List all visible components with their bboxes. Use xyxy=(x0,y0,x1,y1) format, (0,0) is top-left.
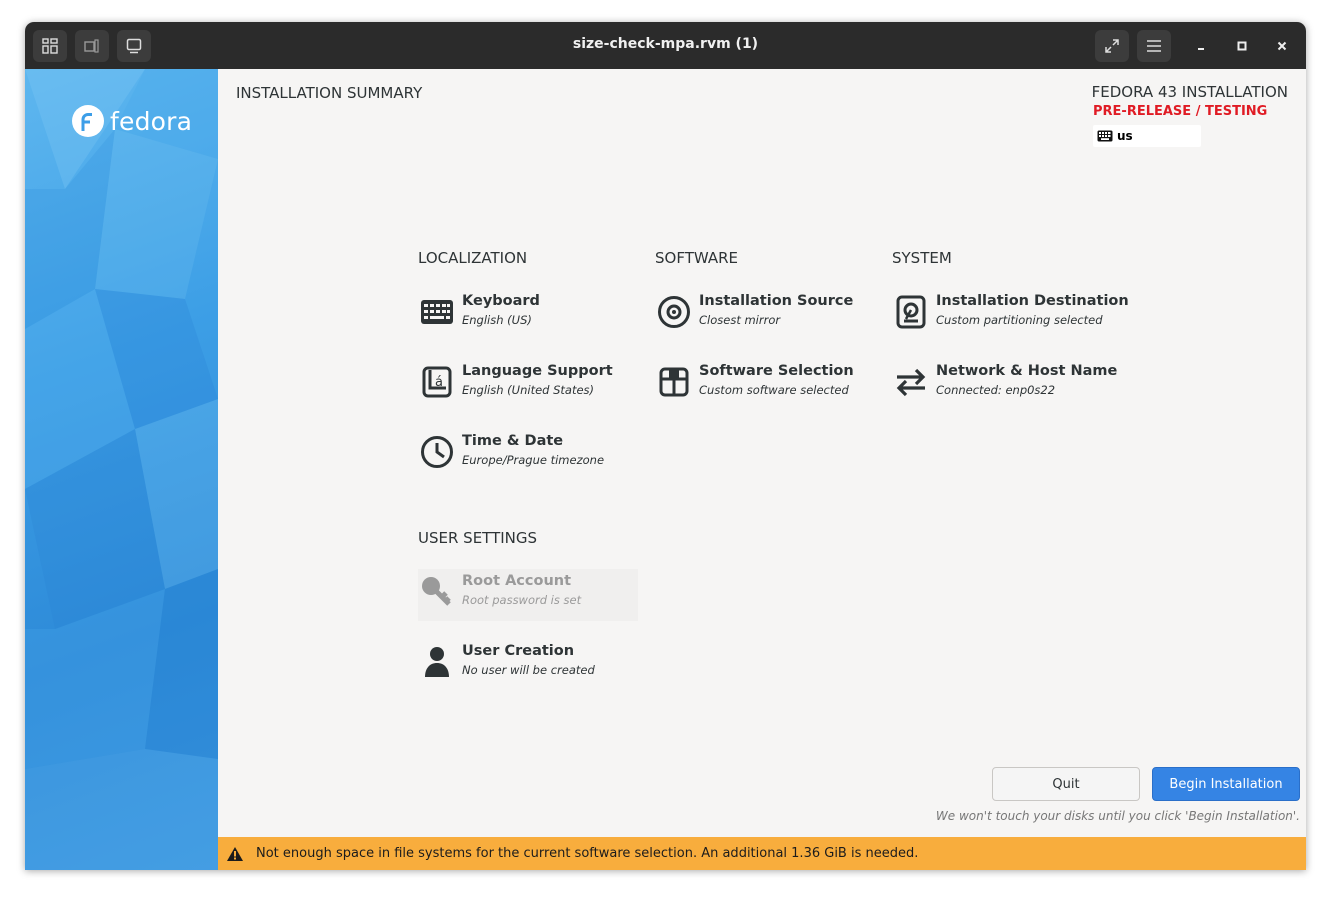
disc-icon xyxy=(655,293,693,331)
close-icon xyxy=(1277,41,1287,51)
spoke-destination-name: Installation Destination xyxy=(936,293,1129,309)
warning-bar[interactable]: Not enough space in file systems for the… xyxy=(218,837,1306,870)
sidebar: fedora xyxy=(25,69,218,870)
package-icon xyxy=(655,363,693,401)
spoke-software-name: Software Selection xyxy=(699,363,854,379)
spoke-network-status: Connected: enp0s22 xyxy=(936,383,1056,397)
spoke-source-status: Closest mirror xyxy=(699,313,781,327)
svg-text:á: á xyxy=(435,375,443,390)
spoke-network-name: Network & Host Name xyxy=(936,363,1118,379)
view-switch-button[interactable] xyxy=(33,30,67,62)
spoke-destination-status: Custom partitioning selected xyxy=(936,313,1103,327)
spoke-network-hostname[interactable]: Network & Host Name Connected: enp0s22 xyxy=(892,359,1117,411)
keyboard-layout-indicator[interactable]: us xyxy=(1093,125,1201,147)
clock-icon xyxy=(418,433,456,471)
spoke-software-selection[interactable]: Software Selection Custom software selec… xyxy=(655,359,875,411)
language-icon: á xyxy=(418,363,456,401)
fedora-logo-text: fedora xyxy=(110,106,193,136)
titlebar: size-check-mpa.rvm (1) xyxy=(25,22,1306,69)
keyboard-icon xyxy=(418,293,456,331)
product-title: FEDORA 43 INSTALLATION xyxy=(1091,83,1288,101)
menu-button[interactable] xyxy=(1137,30,1171,62)
spoke-user-status: No user will be created xyxy=(462,663,595,677)
begin-installation-button[interactable]: Begin Installation xyxy=(1152,767,1300,801)
spoke-root-name: Root Account xyxy=(462,573,572,589)
fullscreen-button[interactable] xyxy=(1095,30,1129,62)
monitor-icon xyxy=(126,38,142,54)
disk-safety-note: We won't touch your disks until you clic… xyxy=(935,809,1300,823)
hamburger-icon xyxy=(1147,40,1161,52)
page-title: INSTALLATION SUMMARY xyxy=(236,84,423,102)
spoke-root-account[interactable]: Root Account Root password is set xyxy=(418,569,638,621)
harddisk-icon xyxy=(892,293,930,331)
spoke-user-name: User Creation xyxy=(462,643,575,659)
category-system: SYSTEM xyxy=(892,249,952,267)
quit-button[interactable]: Quit xyxy=(992,767,1140,801)
spoke-root-status: Root password is set xyxy=(462,593,582,607)
vm-window: size-check-mpa.rvm (1) fedora INSTALLATI… xyxy=(25,22,1306,870)
sidebar-pattern xyxy=(25,69,218,870)
fullscreen-icon xyxy=(1105,39,1119,53)
keyboard-layout-label: us xyxy=(1117,129,1133,143)
display-button[interactable] xyxy=(117,30,151,62)
spoke-source-name: Installation Source xyxy=(699,293,854,309)
fedora-logo: fedora xyxy=(72,105,192,137)
spoke-language-status: English (United States) xyxy=(462,383,595,397)
network-arrows-icon xyxy=(892,363,930,401)
key-icon xyxy=(418,573,456,611)
maximize-icon xyxy=(1237,41,1247,51)
maximize-button[interactable] xyxy=(1226,30,1258,62)
spoke-time-date[interactable]: Time & Date Europe/Prague timezone xyxy=(418,429,638,481)
spoke-user-creation[interactable]: User Creation No user will be created xyxy=(418,639,638,691)
main-panel: INSTALLATION SUMMARY FEDORA 43 INSTALLAT… xyxy=(218,69,1306,870)
keyboard-small-icon xyxy=(1097,130,1113,142)
prerelease-label: PRE-RELEASE / TESTING xyxy=(1093,104,1268,119)
close-button[interactable] xyxy=(1266,30,1298,62)
warning-message: Not enough space in file systems for the… xyxy=(256,846,919,861)
fedora-logo-icon xyxy=(72,105,104,137)
spoke-keyboard-status: English (US) xyxy=(462,313,532,327)
warning-icon xyxy=(227,846,243,861)
send-keys-button[interactable] xyxy=(75,30,109,62)
spoke-keyboard[interactable]: Keyboard English (US) xyxy=(418,289,638,341)
spoke-language-support[interactable]: á Language Support English (United State… xyxy=(418,359,638,411)
spoke-language-name: Language Support xyxy=(462,363,613,379)
spoke-software-status: Custom software selected xyxy=(699,383,849,397)
spoke-installation-source[interactable]: Installation Source Closest mirror xyxy=(655,289,875,341)
spoke-installation-destination[interactable]: Installation Destination Custom partitio… xyxy=(892,289,1129,341)
category-software: SOFTWARE xyxy=(655,249,739,267)
grid-layout-icon xyxy=(42,38,58,54)
minimize-button[interactable] xyxy=(1185,30,1217,62)
spoke-keyboard-name: Keyboard xyxy=(462,293,540,309)
keys-icon xyxy=(84,39,99,53)
category-localization: LOCALIZATION xyxy=(418,249,528,267)
spoke-time-status: Europe/Prague timezone xyxy=(462,453,605,467)
user-icon xyxy=(418,643,456,681)
minimize-icon xyxy=(1198,48,1204,50)
spoke-time-name: Time & Date xyxy=(462,433,564,449)
category-user-settings: USER SETTINGS xyxy=(418,529,538,547)
